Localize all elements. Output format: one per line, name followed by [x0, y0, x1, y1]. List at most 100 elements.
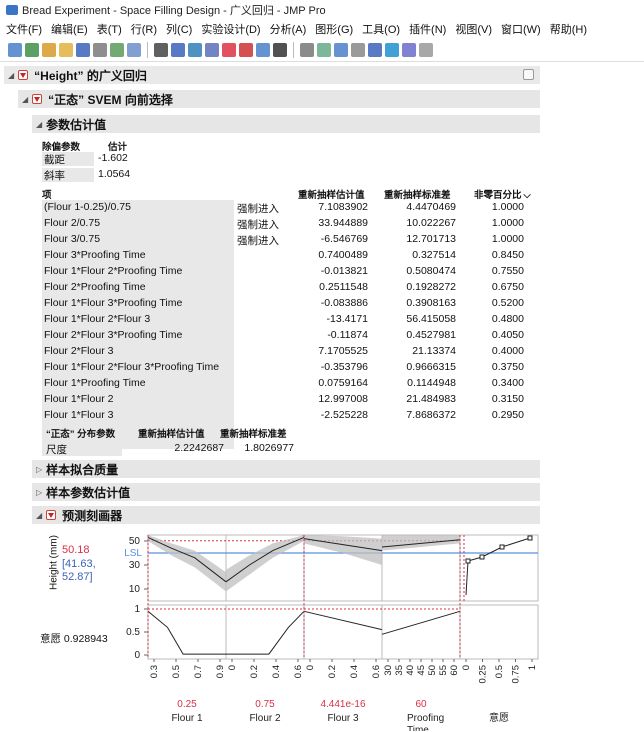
- red-triangle-menu-icon[interactable]: [18, 70, 29, 80]
- image-icon[interactable]: [317, 42, 331, 57]
- table-icon[interactable]: [334, 42, 348, 57]
- factor-name: Proofing: [407, 713, 444, 724]
- factor-tick-label: 30: [383, 665, 394, 676]
- intercept-value: -1.602: [98, 152, 128, 164]
- close-report-icon[interactable]: [523, 69, 534, 80]
- nonzero-percent: 0.5200: [491, 297, 524, 309]
- menu-item-5[interactable]: 实验设计(D): [201, 21, 260, 37]
- factor-tick-label: 0.25: [478, 665, 489, 684]
- menu-item-4[interactable]: 列(C): [166, 21, 192, 37]
- factor-tick-label: 1: [527, 665, 538, 670]
- nonzero-percent: 0.3750: [491, 361, 524, 373]
- menu-item-2[interactable]: 表(T): [97, 21, 122, 37]
- graph-builder-icon[interactable]: [222, 42, 236, 57]
- menu-item-11[interactable]: 窗口(W): [501, 21, 541, 37]
- factor-tick-label: 0: [305, 665, 316, 670]
- data-view-icon[interactable]: [351, 42, 365, 57]
- new-table-icon[interactable]: [8, 42, 22, 57]
- open-folder-icon[interactable]: [59, 42, 73, 57]
- sort-icon[interactable]: [273, 42, 287, 57]
- dist-se-header: 重新抽样标准差: [220, 429, 287, 440]
- term-name: Flour 2/0.75: [44, 217, 101, 229]
- new-script-icon[interactable]: [25, 42, 39, 57]
- resample-se: 0.4527981: [406, 329, 456, 341]
- term-name: Flour 3/0.75: [44, 233, 101, 245]
- open-data-icon[interactable]: [42, 42, 56, 57]
- resample-se: 10.022267: [406, 217, 456, 229]
- term-name: Flour 1*Flour 2: [44, 393, 114, 405]
- columns-icon[interactable]: [385, 42, 399, 57]
- sample-param-header[interactable]: ▷ 样本参数估计值: [32, 483, 540, 501]
- term-name: Flour 1*Flour 2*Flour 3*Proofing Time: [44, 361, 220, 373]
- red-triangle-menu-icon[interactable]: [32, 94, 43, 104]
- nonzero-percent: 1.0000: [491, 201, 524, 213]
- profiler-plot[interactable]: 503010LSL10.500.3 0.5 0.7 0.90.25Flour 10 0.…: [40, 531, 540, 731]
- save-icon[interactable]: [76, 42, 90, 57]
- term-header: 项: [42, 190, 52, 201]
- factor-tick-label: 0.2: [327, 665, 338, 678]
- slope-value: 1.0564: [98, 168, 131, 180]
- resample-se: 21.484983: [406, 393, 456, 405]
- variability-icon[interactable]: [256, 42, 270, 57]
- factor-tick-label: 0.75: [511, 665, 522, 684]
- factor-tick-label: 0.7: [193, 665, 204, 678]
- resample-se-header: 重新抽样标准差: [384, 190, 451, 201]
- desirability-panel-frame: [303, 604, 383, 660]
- resample-estimate: -0.083886: [320, 297, 368, 309]
- expand-icon[interactable]: ▷: [36, 465, 42, 474]
- resample-estimate: 0.0759164: [318, 377, 368, 389]
- menu-item-1[interactable]: 编辑(E): [51, 21, 88, 37]
- menu-item-12[interactable]: 帮助(H): [550, 21, 587, 37]
- report-icon[interactable]: [368, 42, 382, 57]
- resample-estimate: 0.7400489: [318, 249, 368, 261]
- forced-entry-label: 强制进入: [237, 235, 279, 247]
- factor-name: 意愿: [489, 711, 509, 724]
- nonzero-percent: 1.0000: [491, 217, 524, 229]
- factor-tick-label: 0.6: [371, 665, 382, 678]
- desirability-panel-frame: [381, 604, 461, 660]
- menu-item-3[interactable]: 行(R): [131, 21, 157, 37]
- collapse-icon[interactable]: ◢: [8, 71, 14, 80]
- search-icon[interactable]: [154, 42, 168, 57]
- resample-estimate: 33.944889: [318, 217, 368, 229]
- paste-icon[interactable]: [110, 42, 124, 57]
- term-name: Flour 1*Proofing Time: [44, 377, 146, 389]
- svem-header[interactable]: ◢ “正态” SVEM 向前选择: [18, 90, 540, 108]
- factor-tick-label: 35: [394, 665, 405, 676]
- menu-item-6[interactable]: 分析(A): [270, 21, 307, 37]
- chevron-down-icon[interactable]: ⌵: [524, 190, 531, 201]
- fit-y-x-icon[interactable]: [188, 42, 202, 57]
- report-header[interactable]: ◢ “Height” 的广义回归: [4, 66, 540, 84]
- profiler-header[interactable]: ◢ 预测刻画器: [32, 506, 540, 524]
- param-estimates-header[interactable]: ◢ 参数估计值: [32, 115, 540, 133]
- copy-icon[interactable]: [93, 42, 107, 57]
- factor-name: Time: [407, 725, 429, 731]
- resample-estimate: -0.11874: [327, 329, 368, 341]
- fit-quality-header[interactable]: ▷ 样本拟合质量: [32, 460, 540, 478]
- svem-title: “正态” SVEM 向前选择: [48, 92, 173, 107]
- table-view-icon[interactable]: [127, 42, 141, 57]
- fit-model-icon[interactable]: [205, 42, 219, 57]
- fit-quality-title: 样本拟合质量: [46, 462, 119, 477]
- control-chart-icon[interactable]: [239, 42, 253, 57]
- red-triangle-menu-icon[interactable]: [46, 510, 57, 520]
- nonzero-pct-header[interactable]: 非零百分比 ⌵: [474, 187, 531, 201]
- menu-item-9[interactable]: 插件(N): [409, 21, 446, 37]
- menu-item-10[interactable]: 视图(V): [455, 21, 492, 37]
- stack-icon[interactable]: [419, 42, 433, 57]
- menu-item-8[interactable]: 工具(O): [362, 21, 400, 37]
- collapse-icon[interactable]: ◢: [36, 120, 42, 129]
- menu-item-7[interactable]: 图形(G): [315, 21, 353, 37]
- term-name: Flour 2*Proofing Time: [44, 281, 146, 293]
- collapse-icon[interactable]: ◢: [22, 95, 28, 104]
- menu-item-0[interactable]: 文件(F): [6, 21, 42, 37]
- resample-se: 4.4470469: [406, 201, 456, 213]
- distribution-icon[interactable]: [171, 42, 185, 57]
- distribution-table: “正态” 分布参数 重新抽样估计值 重新抽样标准差 尺度 2.2242687 1…: [42, 426, 342, 460]
- text-icon[interactable]: [300, 42, 314, 57]
- expand-icon[interactable]: ▷: [36, 488, 42, 497]
- split-icon[interactable]: [402, 42, 416, 57]
- collapse-icon[interactable]: ◢: [36, 511, 42, 520]
- resample-estimate: 12.997008: [318, 393, 368, 405]
- report-title: “Height” 的广义回归: [34, 68, 147, 83]
